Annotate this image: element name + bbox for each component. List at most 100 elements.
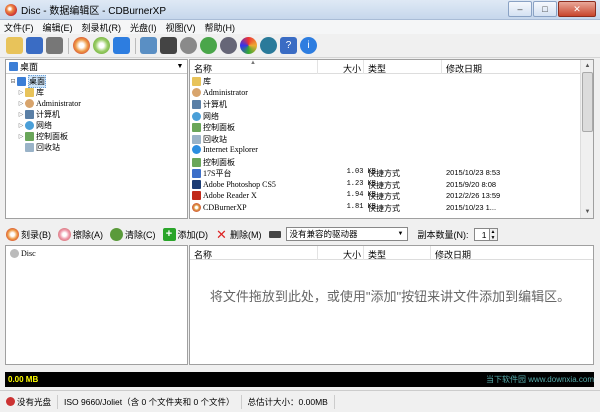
help-icon[interactable]: ?: [280, 37, 297, 54]
tree-item-network[interactable]: ▷ 网络: [9, 120, 187, 131]
burn-button[interactable]: 刻录(B): [6, 227, 51, 241]
menu-disc[interactable]: 光盘(I): [130, 21, 157, 34]
burn-label: 刻录(B): [21, 229, 51, 240]
tree-item-library[interactable]: ▷ 库: [9, 87, 187, 98]
scrollbar-thumb[interactable]: [582, 72, 593, 132]
column-header-name[interactable]: 名称: [194, 248, 212, 261]
status-filesystem: ISO 9660/Joliet（含 0 个文件夹和 0 个文件）: [58, 394, 242, 409]
column-header-size[interactable]: 大小: [343, 248, 361, 261]
tree-item-disc[interactable]: Disc: [6, 246, 187, 258]
file-row[interactable]: 库: [190, 75, 593, 87]
column-divider[interactable]: [317, 246, 318, 260]
tree-expander-icon[interactable]: ▷: [17, 100, 25, 107]
column-header-type[interactable]: 类型: [368, 62, 386, 75]
drive-icon[interactable]: [160, 37, 177, 54]
tree-expander-icon[interactable]: ▷: [17, 111, 25, 118]
column-header-size[interactable]: 大小: [343, 62, 361, 75]
tree-expander-icon[interactable]: ▷: [17, 122, 25, 129]
column-divider[interactable]: [430, 246, 431, 260]
file-type: 快捷方式: [368, 203, 400, 213]
menu-edit[interactable]: 编辑(E): [43, 21, 73, 34]
minimize-button[interactable]: –: [508, 1, 532, 17]
erase-button[interactable]: 擦除(A): [58, 227, 103, 241]
copies-stepper[interactable]: ▲ ▼: [489, 227, 498, 241]
save-icon[interactable]: [26, 37, 43, 54]
scroll-down-icon[interactable]: ▼: [581, 206, 594, 218]
file-row[interactable]: 计算机: [190, 98, 593, 110]
tree-expander-icon[interactable]: ▷: [17, 133, 25, 140]
erase-disc-icon[interactable]: [93, 37, 110, 54]
file-date: 2015/10/23 8:53: [446, 168, 501, 177]
file-row[interactable]: 控制面板: [190, 156, 593, 168]
new-folder-icon[interactable]: [6, 37, 23, 54]
menu-file[interactable]: 文件(F): [4, 21, 34, 34]
drive-select[interactable]: 没有兼容的驱动器 ▼: [285, 227, 408, 241]
tree-item-desktop[interactable]: ⊟ 桌面: [9, 75, 187, 88]
toolbar-separator: [135, 37, 136, 54]
chevron-down-icon[interactable]: ▼: [395, 228, 407, 240]
column-divider[interactable]: [363, 60, 364, 74]
column-divider[interactable]: [317, 60, 318, 74]
disc-tree-pane: Disc: [5, 245, 188, 365]
folder-icon: [192, 77, 201, 86]
window-controls: – □ ✕: [508, 1, 596, 17]
about-info-icon[interactable]: i: [300, 37, 317, 54]
tree-expander-icon[interactable]: ⊟: [9, 78, 17, 85]
drop-hint-text: 将文件拖放到此处，或使用"添加"按钮来讲文件添加到编辑区。: [209, 289, 571, 304]
disc-list-header: 名称 大小 类型 修改日期: [190, 246, 593, 260]
delete-x-icon: ✕: [216, 226, 227, 242]
file-row[interactable]: Adobe Reader X 1.94 KB 快捷方式 2012/2/26 13:59: [190, 190, 593, 202]
file-row[interactable]: Adobe Photoshop CS5 1.23 KB 快捷方式 2015/9/20 …: [190, 179, 593, 191]
tree-item-recycle-bin[interactable]: 回收站: [9, 142, 187, 153]
menu-view[interactable]: 视图(V): [166, 21, 196, 34]
menu-recorder[interactable]: 刻录机(R): [82, 21, 122, 34]
delete-button[interactable]: ✕ 删除(M): [215, 226, 261, 242]
print-icon[interactable]: [46, 37, 63, 54]
menu-help[interactable]: 帮助(H): [205, 21, 236, 34]
color-wheel-icon[interactable]: [240, 37, 257, 54]
file-row[interactable]: CDBurnerXP 1.81 KB 快捷方式 2015/10/23 1...: [190, 202, 593, 214]
file-list-scrollbar[interactable]: ▲ ▼: [580, 60, 593, 218]
close-button[interactable]: ✕: [558, 1, 596, 17]
tree-item-administrator[interactable]: ▷ Administrator: [9, 98, 187, 109]
column-header-date[interactable]: 修改日期: [435, 248, 471, 261]
file-row[interactable]: Internet Explorer: [190, 144, 593, 156]
column-header-name[interactable]: 名称: [194, 62, 212, 75]
file-row[interactable]: 控制面板: [190, 121, 593, 133]
file-name: 控制面板: [203, 157, 235, 167]
web-globe-icon[interactable]: [260, 37, 277, 54]
column-header-type[interactable]: 类型: [368, 248, 386, 261]
file-row[interactable]: Administrator: [190, 87, 593, 99]
clear-button[interactable]: 清除(C): [110, 227, 156, 241]
tree-item-control-panel[interactable]: ▷ 控制面板: [9, 131, 187, 142]
chevron-down-icon[interactable]: ▼: [175, 62, 185, 72]
disc-info-icon[interactable]: [113, 37, 130, 54]
add-button[interactable]: + 添加(D): [162, 227, 208, 241]
load-icon[interactable]: [200, 37, 217, 54]
file-row[interactable]: 网络: [190, 110, 593, 122]
copy-disc-icon[interactable]: [140, 37, 157, 54]
file-row[interactable]: 17S平台 1.03 KB 快捷方式 2015/10/23 8:53: [190, 167, 593, 179]
file-row[interactable]: 回收站: [190, 133, 593, 145]
folder-tree: ⊟ 桌面 ▷ 库 ▷ Administrator ▷ 计算机 ▷ 网络 ▷ 控制…: [6, 74, 187, 153]
burn-disc-icon[interactable]: [73, 37, 90, 54]
network-icon: [192, 111, 201, 121]
column-header-date[interactable]: 修改日期: [446, 62, 482, 75]
maximize-button[interactable]: □: [533, 1, 557, 17]
file-name: Internet Explorer: [203, 145, 258, 154]
column-divider[interactable]: [363, 246, 364, 260]
tree-expander-icon[interactable]: ▷: [17, 89, 25, 96]
cdburner-icon: [192, 202, 201, 212]
eject-icon[interactable]: [180, 37, 197, 54]
file-date: 2012/2/26 13:59: [446, 191, 501, 200]
status-disc: 没有光盘: [0, 394, 59, 409]
copies-input[interactable]: 1: [473, 227, 490, 241]
pdf-icon: [192, 191, 201, 200]
scroll-up-icon[interactable]: ▲: [581, 60, 594, 72]
column-divider[interactable]: [441, 60, 442, 74]
settings-gear-icon[interactable]: [220, 37, 237, 54]
tree-item-computer[interactable]: ▷ 计算机: [9, 109, 187, 120]
file-type: 快捷方式: [368, 192, 400, 201]
tree-item-label: 回收站: [36, 143, 60, 152]
location-dropdown[interactable]: 桌面 ▼: [6, 60, 187, 74]
